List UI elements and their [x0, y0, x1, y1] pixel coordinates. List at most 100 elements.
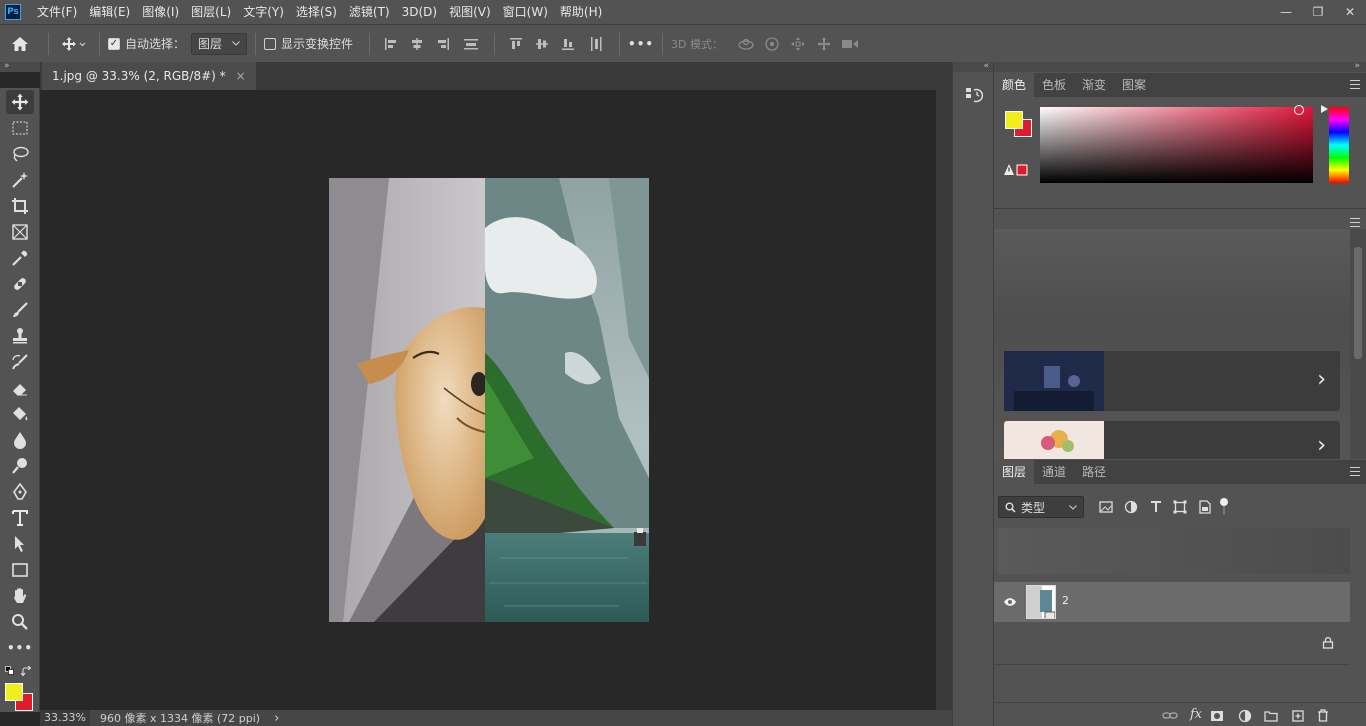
dodge-tool[interactable]	[6, 454, 34, 478]
menu-3d[interactable]: 3D(D)	[396, 0, 443, 24]
add-mask-icon[interactable]	[1210, 710, 1224, 722]
close-button[interactable]: ✕	[1334, 0, 1366, 24]
layer-name[interactable]: 2	[1062, 594, 1069, 607]
gamut-warning-icon[interactable]	[1003, 163, 1029, 177]
canvas-workspace[interactable]	[40, 90, 936, 710]
color-panel-foreground-swatch[interactable]	[1005, 111, 1023, 129]
status-info-menu-arrow[interactable]: ›	[274, 711, 279, 726]
smart-object-filter-icon[interactable]	[1199, 500, 1211, 514]
align-top-edges-button[interactable]	[503, 31, 529, 57]
zoom-tool[interactable]	[6, 610, 34, 634]
blur-tool[interactable]	[6, 428, 34, 452]
menu-type[interactable]: 文字(Y)	[237, 0, 290, 24]
tab-channels[interactable]: 通道	[1034, 460, 1074, 484]
tab-color[interactable]: 颜色	[994, 73, 1035, 97]
hue-slider[interactable]	[1329, 107, 1349, 183]
3d-scale-button[interactable]	[837, 31, 863, 57]
lasso-tool[interactable]	[6, 142, 34, 166]
auto-select-target-dropdown[interactable]: 图层	[191, 32, 248, 55]
align-vertical-centers-button[interactable]	[529, 31, 555, 57]
move-tool[interactable]	[6, 90, 34, 114]
type-tool[interactable]	[6, 506, 34, 530]
delete-layer-icon[interactable]	[1317, 709, 1329, 722]
eye-icon[interactable]	[1003, 597, 1017, 607]
history-panel-button[interactable]	[963, 84, 985, 106]
distribute-vertical-button[interactable]	[456, 31, 486, 57]
image-filter-icon[interactable]	[1099, 501, 1113, 513]
3d-orbit-button[interactable]	[733, 31, 759, 57]
chevron-right-icon[interactable]: ›	[1317, 433, 1326, 458]
align-bottom-edges-button[interactable]	[555, 31, 581, 57]
move-tool-preset-button[interactable]	[57, 31, 91, 57]
auto-select-checkbox[interactable]: ✓	[108, 37, 120, 50]
eraser-tool[interactable]	[6, 376, 34, 400]
hand-tool[interactable]	[6, 584, 34, 608]
shape-filter-icon[interactable]	[1173, 500, 1187, 514]
marquee-tool[interactable]	[6, 116, 34, 140]
distribute-horizontal-button[interactable]	[581, 31, 611, 57]
tab-close-icon[interactable]: ×	[236, 69, 246, 83]
menu-image[interactable]: 图像(I)	[136, 0, 185, 24]
menu-edit[interactable]: 编辑(E)	[83, 0, 136, 24]
align-horizontal-centers-button[interactable]	[404, 31, 430, 57]
more-options-button[interactable]: •••	[628, 31, 654, 57]
panel-scrollbar-thumb[interactable]	[1354, 247, 1362, 359]
menu-file[interactable]: 文件(F)	[31, 0, 83, 24]
hue-slider-handle[interactable]	[1321, 105, 1329, 113]
foreground-color-swatch[interactable]	[5, 683, 23, 701]
tab-paths[interactable]: 路径	[1074, 460, 1114, 484]
background-layer-row[interactable]	[994, 623, 1350, 665]
menu-help[interactable]: 帮助(H)	[554, 0, 608, 24]
3d-pan-button[interactable]	[785, 31, 811, 57]
swap-colors-icon[interactable]	[21, 666, 33, 678]
tab-patterns[interactable]: 图案	[1114, 73, 1154, 97]
menu-select[interactable]: 选择(S)	[290, 0, 343, 24]
default-colors-icon[interactable]	[5, 666, 15, 676]
zoom-level-field[interactable]: 33.33%	[40, 710, 90, 726]
edit-toolbar-button[interactable]: •••	[6, 636, 34, 660]
paint-bucket-tool[interactable]	[6, 402, 34, 426]
3d-slide-button[interactable]	[811, 31, 837, 57]
menu-filter[interactable]: 滤镜(T)	[343, 0, 396, 24]
fx-icon[interactable]: fx	[1190, 707, 1202, 722]
rectangle-tool[interactable]	[6, 558, 34, 582]
minimize-button[interactable]: —	[1270, 0, 1302, 24]
color-picker-marker[interactable]	[1294, 105, 1304, 115]
tab-swatches[interactable]: 色板	[1034, 73, 1074, 97]
align-right-edges-button[interactable]	[430, 31, 456, 57]
healing-brush-tool[interactable]	[6, 272, 34, 296]
menu-view[interactable]: 视图(V)	[443, 0, 497, 24]
document-tab[interactable]: 1.jpg @ 33.3% (2, RGB/8#) * ×	[42, 62, 256, 90]
type-filter-icon[interactable]	[1150, 501, 1162, 513]
layer-filter-dropdown[interactable]: 类型	[998, 496, 1084, 518]
magic-wand-tool[interactable]	[6, 168, 34, 192]
layer-row[interactable]: 2	[994, 582, 1350, 622]
align-left-edges-button[interactable]	[378, 31, 404, 57]
new-layer-icon[interactable]	[1292, 710, 1304, 722]
path-selection-tool[interactable]	[6, 532, 34, 556]
restore-button[interactable]: ❐	[1302, 0, 1334, 24]
collapse-toolbar-button[interactable]: »	[0, 62, 40, 72]
filter-toggle[interactable]	[1220, 498, 1228, 516]
brush-tool[interactable]	[6, 298, 34, 322]
pen-tool[interactable]	[6, 480, 34, 504]
link-layers-icon[interactable]	[1162, 711, 1178, 721]
eyedropper-tool[interactable]	[6, 246, 34, 270]
panel-menu-icon[interactable]	[1350, 218, 1360, 227]
adjustment-filter-icon[interactable]	[1124, 500, 1138, 514]
tab-layers[interactable]: 图层	[994, 460, 1035, 484]
home-button[interactable]	[0, 31, 40, 57]
menu-window[interactable]: 窗口(W)	[497, 0, 554, 24]
panel-scrollbar[interactable]	[1350, 229, 1366, 459]
clone-stamp-tool[interactable]	[6, 324, 34, 348]
panel-menu-icon[interactable]	[1350, 80, 1360, 89]
panel-menu-icon[interactable]	[1350, 467, 1360, 476]
frame-tool[interactable]	[6, 220, 34, 244]
preset-card[interactable]: ›	[1004, 421, 1340, 459]
adjustment-layer-icon[interactable]	[1238, 709, 1252, 723]
color-picker-field[interactable]	[1040, 107, 1313, 183]
menu-layer[interactable]: 图层(L)	[185, 0, 237, 24]
new-group-icon[interactable]	[1264, 710, 1278, 722]
collapse-panels-button[interactable]: »	[994, 62, 1366, 72]
show-transform-checkbox[interactable]	[264, 37, 277, 50]
